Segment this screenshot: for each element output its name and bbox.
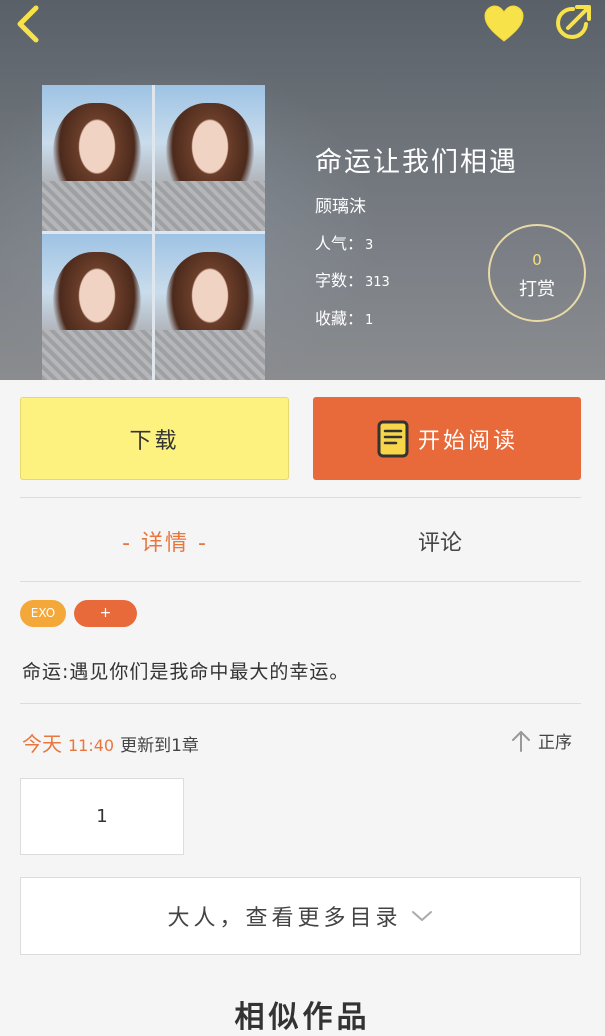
add-tag-button[interactable]: + [74,600,137,627]
book-title: 命运让我们相遇 [315,147,518,178]
chapter-item[interactable]: 1 [20,778,184,855]
more-toc-label: 大人，查看更多目录 [167,906,402,931]
book-cover [42,85,265,380]
tab-comments[interactable]: 评论 [390,525,490,557]
heart-icon[interactable] [483,4,525,44]
favorites-stat: 收藏： 1 [315,309,374,328]
start-reading-button[interactable]: 开始阅读 [313,397,581,480]
book-icon [377,420,409,457]
divider [20,581,581,582]
book-intro: 命运:遇见你们是我命中最大的幸运。 [22,661,350,683]
tab-detail[interactable]: - 详情 - [100,525,230,557]
popularity-stat: 人气： 3 [315,234,374,253]
chevron-down-icon [411,911,432,921]
divider [20,497,581,498]
book-header: 命运让我们相遇 顾璃沫 人气： 3 字数： 313 收藏： 1 0 打赏 [0,0,605,380]
chevron-left-icon[interactable] [10,4,44,44]
update-text: 更新到1章 [120,736,199,756]
download-button[interactable]: 下载 [20,397,289,480]
cover-photo [155,85,265,231]
similar-works-title: 相似作品 [234,1000,371,1035]
cover-photo [155,234,265,380]
tag-exo[interactable]: EXO [20,600,66,627]
divider [20,703,581,704]
sort-toggle[interactable]: 正序 [510,728,572,753]
cover-photo [42,234,152,380]
chapter-label: 1 [96,806,108,827]
update-time: 11:40 [68,736,115,755]
update-day: 今天 [22,732,62,756]
more-toc-button[interactable]: 大人，查看更多目录 [20,877,581,955]
download-label: 下载 [129,428,180,454]
update-info: 今天 11:40 更新到1章 [22,728,199,757]
sort-label: 正序 [538,733,572,753]
share-icon[interactable] [552,2,594,44]
word-count-stat: 字数： 313 [315,271,390,290]
arrow-up-icon [512,730,530,752]
tip-label: 打赏 [519,279,555,300]
cover-photo [42,85,152,231]
tip-button[interactable]: 0 打赏 [488,224,586,322]
author-name[interactable]: 顾璃沫 [315,192,366,217]
start-reading-label: 开始阅读 [417,428,518,454]
tip-count: 0 [532,251,542,269]
